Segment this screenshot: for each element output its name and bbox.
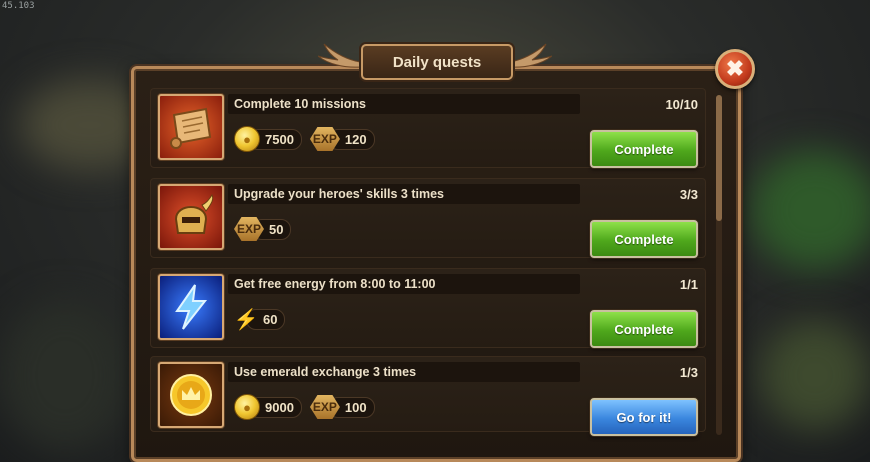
quest-progress: 1/3 — [679, 365, 698, 380]
reward-exp: EXP 120 — [309, 127, 375, 151]
gold-coin-icon: ● — [234, 126, 260, 152]
complete-button[interactable]: Complete — [590, 220, 698, 258]
scroll-icon — [158, 94, 224, 160]
fps-counter: 45.103 — [2, 1, 35, 11]
gold-coin-icon: ● — [234, 394, 260, 420]
reward-list: ⚡ 60 — [233, 306, 286, 332]
quest-row: Upgrade your heroes' skills 3 times 3/3 … — [150, 178, 706, 258]
close-button[interactable]: ✖ — [715, 49, 755, 89]
complete-button[interactable]: Complete — [590, 310, 698, 348]
quest-name: Get free energy from 8:00 to 11:00 — [234, 277, 436, 291]
reward-gold: ● 7500 — [234, 126, 302, 152]
reward-gold: ● 9000 — [234, 394, 302, 420]
quest-row: Complete 10 missions 10/10 ● 7500 EXP 12… — [150, 88, 706, 168]
close-icon: ✖ — [725, 56, 745, 81]
quest-progress: 3/3 — [679, 187, 698, 202]
energy-bolt-icon — [158, 274, 224, 340]
crown-coin-icon — [158, 362, 224, 428]
dialog-title: Daily quests — [361, 44, 513, 80]
complete-button[interactable]: Complete — [590, 130, 698, 168]
go-for-it-button[interactable]: Go for it! — [590, 398, 698, 436]
reward-exp: EXP 100 — [309, 395, 375, 419]
reward-list: EXP 50 — [234, 216, 292, 242]
background-blob — [750, 150, 870, 270]
energy-icon: ⚡ — [233, 308, 259, 331]
quest-row: Use emerald exchange 3 times 1/3 ● 9000 … — [150, 356, 706, 436]
helmet-icon — [158, 184, 224, 250]
reward-list: ● 9000 EXP 100 — [234, 394, 375, 420]
reward-energy: ⚡ 60 — [233, 307, 286, 331]
quest-row: Get free energy from 8:00 to 11:00 1/1 ⚡… — [150, 268, 706, 348]
background-blob — [760, 320, 870, 430]
quest-progress: 10/10 — [665, 97, 698, 112]
quest-name: Upgrade your heroes' skills 3 times — [234, 187, 444, 201]
reward-list: ● 7500 EXP 120 — [234, 126, 375, 152]
background-blob — [0, 300, 130, 450]
scrollbar-thumb[interactable] — [716, 95, 722, 221]
quest-name: Use emerald exchange 3 times — [234, 365, 417, 379]
left-wing-ornament — [318, 43, 360, 68]
quest-progress: 1/1 — [679, 277, 698, 292]
quest-name: Complete 10 missions — [234, 97, 366, 111]
reward-exp: EXP 50 — [234, 217, 292, 241]
right-wing-ornament — [510, 43, 552, 68]
